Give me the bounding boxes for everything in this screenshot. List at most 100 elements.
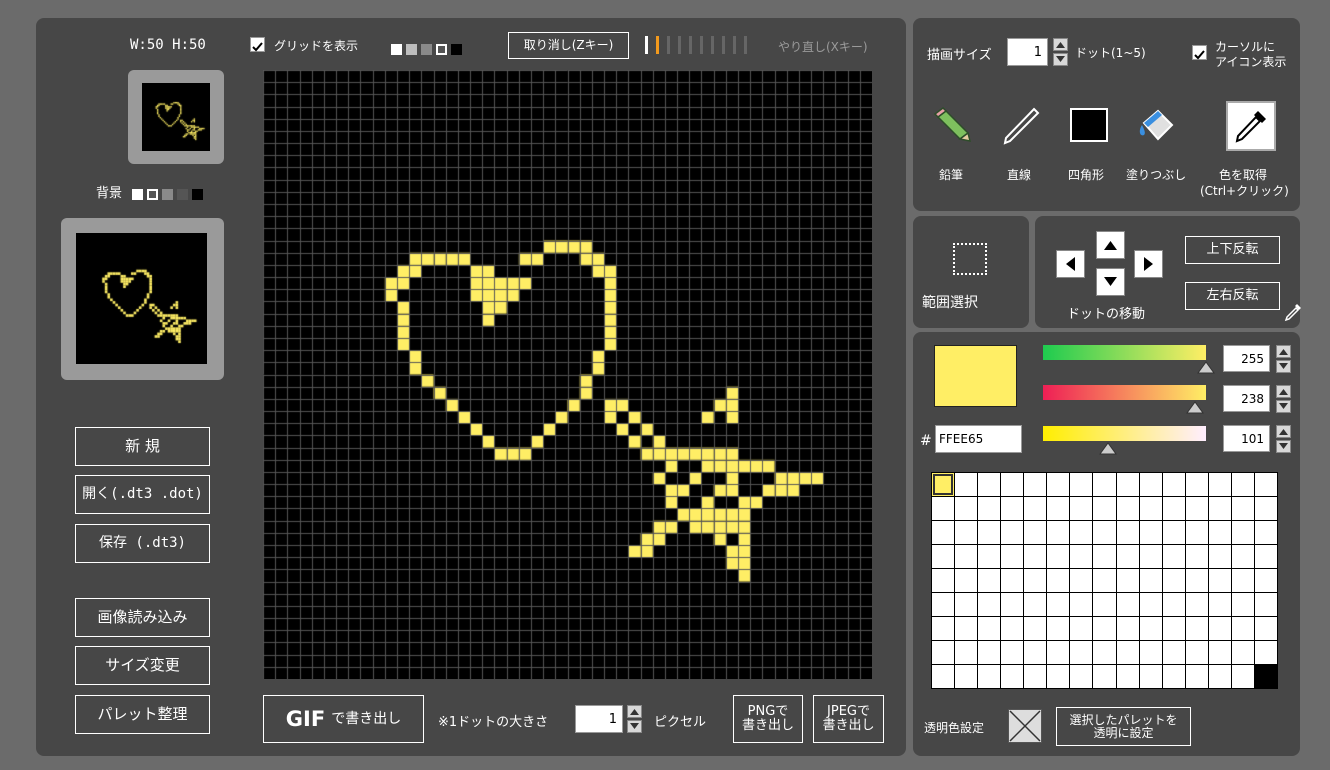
green-slider[interactable] — [1043, 385, 1206, 400]
palette-cell[interactable] — [1047, 473, 1070, 496]
palette-cell[interactable] — [932, 593, 955, 616]
green-value-input[interactable]: 238 — [1223, 385, 1270, 412]
palette-cell[interactable] — [955, 473, 978, 496]
grid-swatch-3[interactable] — [436, 44, 447, 55]
palette-cell[interactable] — [1231, 521, 1254, 544]
palette-cell[interactable] — [955, 641, 978, 664]
palette-cell[interactable] — [1231, 497, 1254, 520]
palette-cell[interactable] — [1162, 617, 1185, 640]
history-step-1[interactable] — [656, 36, 659, 54]
red-slider-thumb[interactable] — [1197, 360, 1215, 374]
history-step-0[interactable] — [645, 36, 648, 54]
palette-cell[interactable] — [1208, 521, 1231, 544]
palette-cell[interactable] — [978, 497, 1001, 520]
palette-cell[interactable] — [1254, 593, 1277, 616]
palette-cell[interactable] — [1162, 569, 1185, 592]
palette-cell[interactable] — [1093, 497, 1116, 520]
history-step-5[interactable] — [700, 36, 703, 54]
palette-cell[interactable] — [1001, 641, 1024, 664]
palette-cell[interactable] — [1254, 641, 1277, 664]
palette-cell[interactable] — [932, 569, 955, 592]
dot-size-down-button[interactable] — [627, 720, 642, 733]
palette-cell[interactable] — [932, 497, 955, 520]
grid-swatch-2[interactable] — [421, 44, 432, 55]
redo-label[interactable]: やり直し(Xキー) — [778, 38, 868, 55]
range-select-button[interactable] — [953, 243, 987, 275]
blue-slider-thumb[interactable] — [1098, 441, 1117, 455]
palette-cell[interactable] — [1231, 593, 1254, 616]
palette-cell[interactable] — [1024, 617, 1047, 640]
palette-cell[interactable] — [955, 521, 978, 544]
green-down-button[interactable] — [1276, 400, 1291, 413]
move-up-button[interactable] — [1096, 231, 1125, 259]
palette-cell[interactable] — [1093, 617, 1116, 640]
green-slider-thumb[interactable] — [1186, 400, 1205, 414]
transparent-color-box[interactable] — [1008, 709, 1042, 743]
palette-cell[interactable] — [1231, 641, 1254, 664]
rectangle-tool[interactable] — [1070, 108, 1108, 142]
palette-cell[interactable] — [1024, 545, 1047, 568]
undo-button[interactable]: 取り消し(Zキー) — [508, 32, 629, 59]
background-swatch-1[interactable] — [147, 189, 158, 200]
palette-cell[interactable] — [1001, 521, 1024, 544]
palette-cell[interactable] — [1001, 497, 1024, 520]
palette-cell[interactable] — [1231, 569, 1254, 592]
background-swatch-4[interactable] — [192, 189, 203, 200]
palette-cell[interactable] — [1047, 641, 1070, 664]
blue-up-button[interactable] — [1276, 425, 1291, 438]
palette-cell[interactable] — [1093, 521, 1116, 544]
palette-cell[interactable] — [978, 665, 1001, 688]
color-picker-tool[interactable] — [1226, 101, 1276, 151]
palette-cell[interactable] — [1001, 593, 1024, 616]
dot-size-input[interactable]: 1 — [575, 705, 623, 733]
palette-cell[interactable] — [932, 641, 955, 664]
palette-cell[interactable] — [1254, 497, 1277, 520]
history-step-9[interactable] — [744, 36, 747, 54]
palette-organize-button[interactable]: パレット整理 — [75, 695, 210, 734]
palette-cell[interactable] — [1139, 497, 1162, 520]
open-button[interactable]: 開く(.dt3 .dot) — [75, 475, 210, 514]
palette-cell[interactable] — [1024, 569, 1047, 592]
palette-cell[interactable] — [1116, 521, 1139, 544]
fill-tool[interactable] — [1134, 103, 1180, 149]
palette-cell[interactable] — [955, 497, 978, 520]
blue-down-button[interactable] — [1276, 440, 1291, 453]
palette-cell[interactable] — [1162, 593, 1185, 616]
background-swatch-0[interactable] — [132, 189, 143, 200]
palette-cell[interactable] — [1024, 593, 1047, 616]
palette-cell[interactable] — [1116, 569, 1139, 592]
palette-cell[interactable] — [1116, 497, 1139, 520]
palette-cell[interactable] — [1116, 473, 1139, 496]
palette-cell[interactable] — [1254, 545, 1277, 568]
background-swatch-2[interactable] — [162, 189, 173, 200]
palette-cell[interactable] — [1185, 521, 1208, 544]
palette-cell[interactable] — [1047, 593, 1070, 616]
palette-cell[interactable] — [1047, 545, 1070, 568]
palette-cell[interactable] — [1185, 641, 1208, 664]
palette-cell[interactable] — [1231, 617, 1254, 640]
green-up-button[interactable] — [1276, 385, 1291, 398]
palette-cell[interactable] — [1070, 641, 1093, 664]
palette-cell[interactable] — [1070, 593, 1093, 616]
palette-cell[interactable] — [1093, 641, 1116, 664]
palette-cell[interactable] — [1070, 521, 1093, 544]
palette-cell[interactable] — [1093, 665, 1116, 688]
palette-cell[interactable] — [1024, 665, 1047, 688]
palette-cell[interactable] — [1116, 641, 1139, 664]
red-down-button[interactable] — [1276, 360, 1291, 373]
draw-size-up-button[interactable] — [1053, 38, 1068, 51]
history-step-7[interactable] — [722, 36, 725, 54]
palette-cell[interactable] — [932, 665, 955, 688]
palette-cell[interactable] — [1208, 617, 1231, 640]
move-left-button[interactable] — [1056, 250, 1085, 278]
palette-cell[interactable] — [1185, 569, 1208, 592]
palette-cell[interactable] — [978, 473, 1001, 496]
palette-cell[interactable] — [1047, 521, 1070, 544]
palette-cell[interactable] — [1254, 473, 1277, 496]
palette-cell[interactable] — [1047, 569, 1070, 592]
palette-cell[interactable] — [1001, 617, 1024, 640]
palette-cell[interactable] — [978, 545, 1001, 568]
palette-cell[interactable] — [1001, 545, 1024, 568]
hex-input[interactable]: FFEE65 — [935, 425, 1022, 453]
palette-grid[interactable] — [931, 472, 1278, 689]
